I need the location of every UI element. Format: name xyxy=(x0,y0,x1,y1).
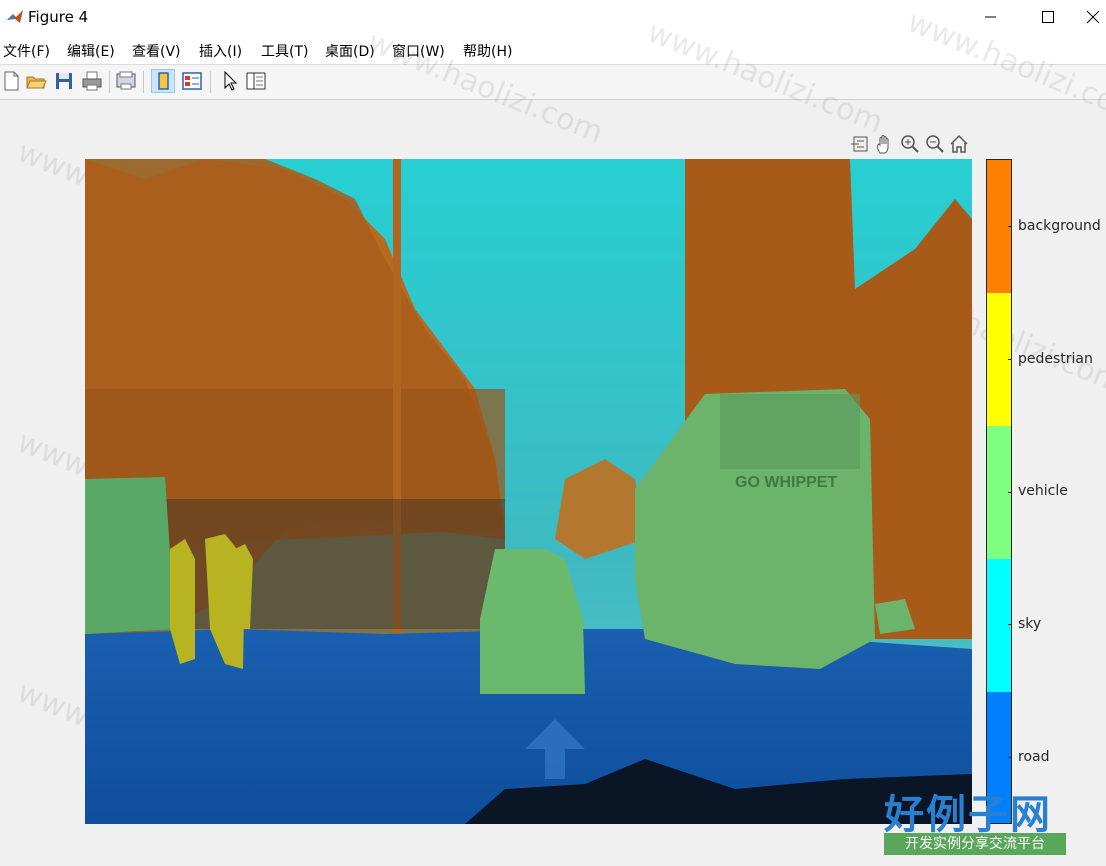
matlab-icon xyxy=(7,10,23,23)
menu-insert[interactable]: 插入(I) xyxy=(199,41,242,61)
save-icon xyxy=(56,73,72,89)
maximize-button[interactable] xyxy=(1026,0,1072,34)
bus-text: GO WHIPPET xyxy=(735,474,837,491)
menu-desktop[interactable]: 桌面(D) xyxy=(325,41,375,61)
save-button[interactable] xyxy=(52,69,76,93)
colorbar-tick xyxy=(1008,359,1012,360)
window-title: Figure 4 xyxy=(28,8,89,26)
menu-view[interactable]: 查看(V) xyxy=(132,41,181,61)
zoom-in-icon[interactable] xyxy=(899,133,921,155)
colorbar-label-sky: sky xyxy=(1018,616,1042,632)
close-button[interactable] xyxy=(1084,0,1106,34)
hide-plot-tools-icon xyxy=(158,72,169,90)
colorbar-segment-sky xyxy=(987,559,1011,692)
edit-plot-icon xyxy=(224,70,238,91)
colorbar-tick xyxy=(1008,624,1012,625)
colorbar-label-vehicle: vehicle xyxy=(1018,483,1068,499)
new-figure-icon xyxy=(4,71,19,91)
edit-plot-button[interactable] xyxy=(217,69,241,93)
colorbar-tick xyxy=(1008,757,1012,758)
colorbar-label-background: background xyxy=(1018,218,1101,234)
site-logo: 好例子网 xyxy=(884,791,1052,838)
menu-edit[interactable]: 编辑(E) xyxy=(67,41,115,61)
open-property-inspector-icon xyxy=(246,72,266,90)
site-logo-tagline: 开发实例分享交流平台 xyxy=(884,833,1066,855)
menu-bar: 文件(F) 编辑(E) 查看(V) 插入(I) 工具(T) 桌面(D) 窗口(W… xyxy=(0,34,1106,64)
bus-window xyxy=(720,394,860,469)
vehicle-region xyxy=(85,477,175,634)
minimize-icon xyxy=(985,16,996,18)
hide-plot-tools-button[interactable] xyxy=(151,69,175,93)
show-plot-tools-icon xyxy=(182,72,202,90)
minimize-button[interactable] xyxy=(968,0,1014,34)
restore-view-icon[interactable] xyxy=(948,133,970,155)
new-figure-button[interactable] xyxy=(0,69,24,93)
show-plot-tools-button[interactable] xyxy=(180,69,204,93)
print-preview-button[interactable] xyxy=(114,69,138,93)
menu-file[interactable]: 文件(F) xyxy=(3,41,50,61)
menu-window[interactable]: 窗口(W) xyxy=(392,41,445,61)
open-property-inspector-button[interactable] xyxy=(244,69,268,93)
figure-toolbar xyxy=(0,64,1106,100)
maximize-icon xyxy=(1042,11,1054,23)
print-icon xyxy=(82,71,102,91)
pedestrian-region xyxy=(235,544,253,629)
print-preview-icon xyxy=(116,71,136,90)
open-file-icon xyxy=(26,76,47,89)
title-bar: Figure 4 xyxy=(0,0,1106,34)
pan-hand-icon[interactable] xyxy=(874,133,896,155)
colorbar-tick xyxy=(1008,226,1012,227)
segmentation-image: GO WHIPPET xyxy=(85,159,972,824)
menu-tools[interactable]: 工具(T) xyxy=(261,41,308,61)
colorbar-label-pedestrian: pedestrian xyxy=(1018,351,1093,367)
print-button[interactable] xyxy=(80,69,104,93)
zoom-out-icon[interactable] xyxy=(924,133,946,155)
toolbar-separator xyxy=(109,71,110,93)
menu-help[interactable]: 帮助(H) xyxy=(463,41,512,61)
close-icon xyxy=(1086,10,1100,24)
open-file-button[interactable] xyxy=(24,69,48,93)
colorbar-tick xyxy=(1008,492,1012,493)
colorbar-label-road: road xyxy=(1018,749,1050,765)
toolbar-separator xyxy=(143,71,144,93)
brush-icon[interactable] xyxy=(849,133,871,155)
toolbar-separator xyxy=(210,71,211,93)
